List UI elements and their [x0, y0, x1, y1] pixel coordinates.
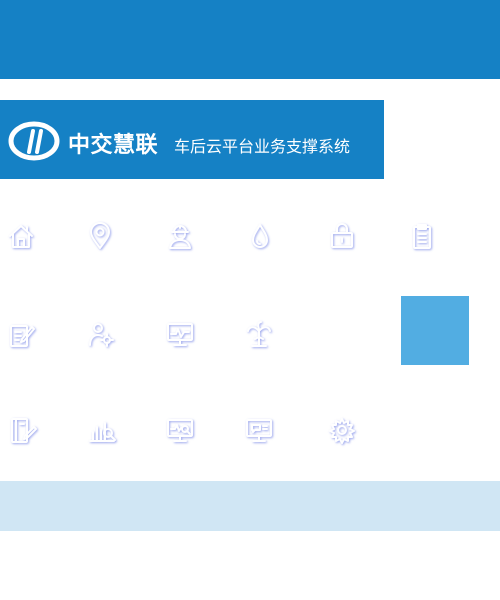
monitor-chart-icon[interactable] — [162, 316, 198, 352]
worker-icon[interactable] — [162, 218, 198, 254]
water-drop-icon[interactable] — [242, 218, 278, 254]
tree-icon[interactable] — [241, 316, 277, 352]
system-name: 车后云平台业务支撑系统 — [174, 137, 351, 156]
monitor-chat-icon[interactable] — [241, 412, 277, 448]
gear-icon[interactable] — [324, 412, 360, 448]
clipboard-icon[interactable] — [404, 218, 440, 254]
bar-chart-search-icon[interactable] — [84, 412, 120, 448]
person-settings-icon[interactable] — [83, 316, 119, 352]
home-icon[interactable] — [3, 218, 39, 254]
edit-document-icon[interactable] — [3, 316, 39, 352]
footer-band — [0, 481, 500, 531]
location-pin-icon[interactable] — [82, 218, 118, 254]
company-name: 中交慧联 — [68, 133, 159, 158]
highlight-tile — [401, 296, 469, 365]
top-header-bar — [0, 0, 500, 79]
brand-banner: 中交慧联 车后云平台业务支撑系统 — [0, 100, 384, 179]
book-edit-icon[interactable] — [5, 412, 41, 448]
company-logo-icon — [8, 121, 60, 161]
lock-icon[interactable] — [324, 218, 360, 254]
monitor-search-icon[interactable] — [162, 412, 198, 448]
